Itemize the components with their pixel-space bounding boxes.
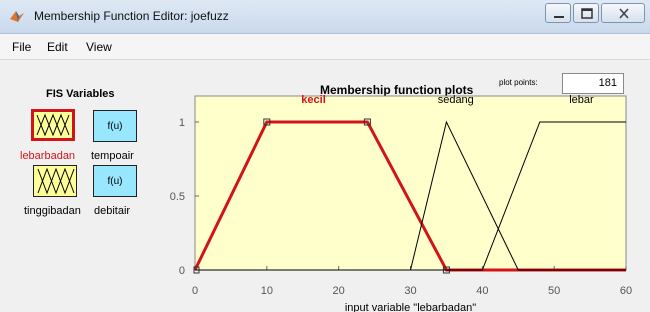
x-tick-label: 20 — [333, 285, 345, 297]
x-tick-label: 60 — [620, 285, 632, 297]
membership-function-plot[interactable]: 0 10 20 30 40 50 60 0 0.5 1 input variable "lebarb… — [0, 0, 650, 312]
y-tick-label: 1 — [179, 117, 185, 129]
x-tick-label: 0 — [192, 285, 198, 297]
x-tick-label: 30 — [404, 285, 416, 297]
y-tick-label: 0 — [179, 265, 185, 277]
mf-label-sedang: sedang — [438, 94, 474, 106]
x-tick-label: 50 — [548, 285, 560, 297]
y-tick-label: 0.5 — [170, 191, 185, 203]
x-tick-label: 10 — [261, 285, 273, 297]
x-tick-label: 40 — [476, 285, 488, 297]
x-axis-label: input variable "lebarbadan" — [345, 302, 476, 312]
mf-label-lebar: lebar — [569, 94, 594, 106]
mf-label-kecil: kecil — [301, 94, 325, 106]
